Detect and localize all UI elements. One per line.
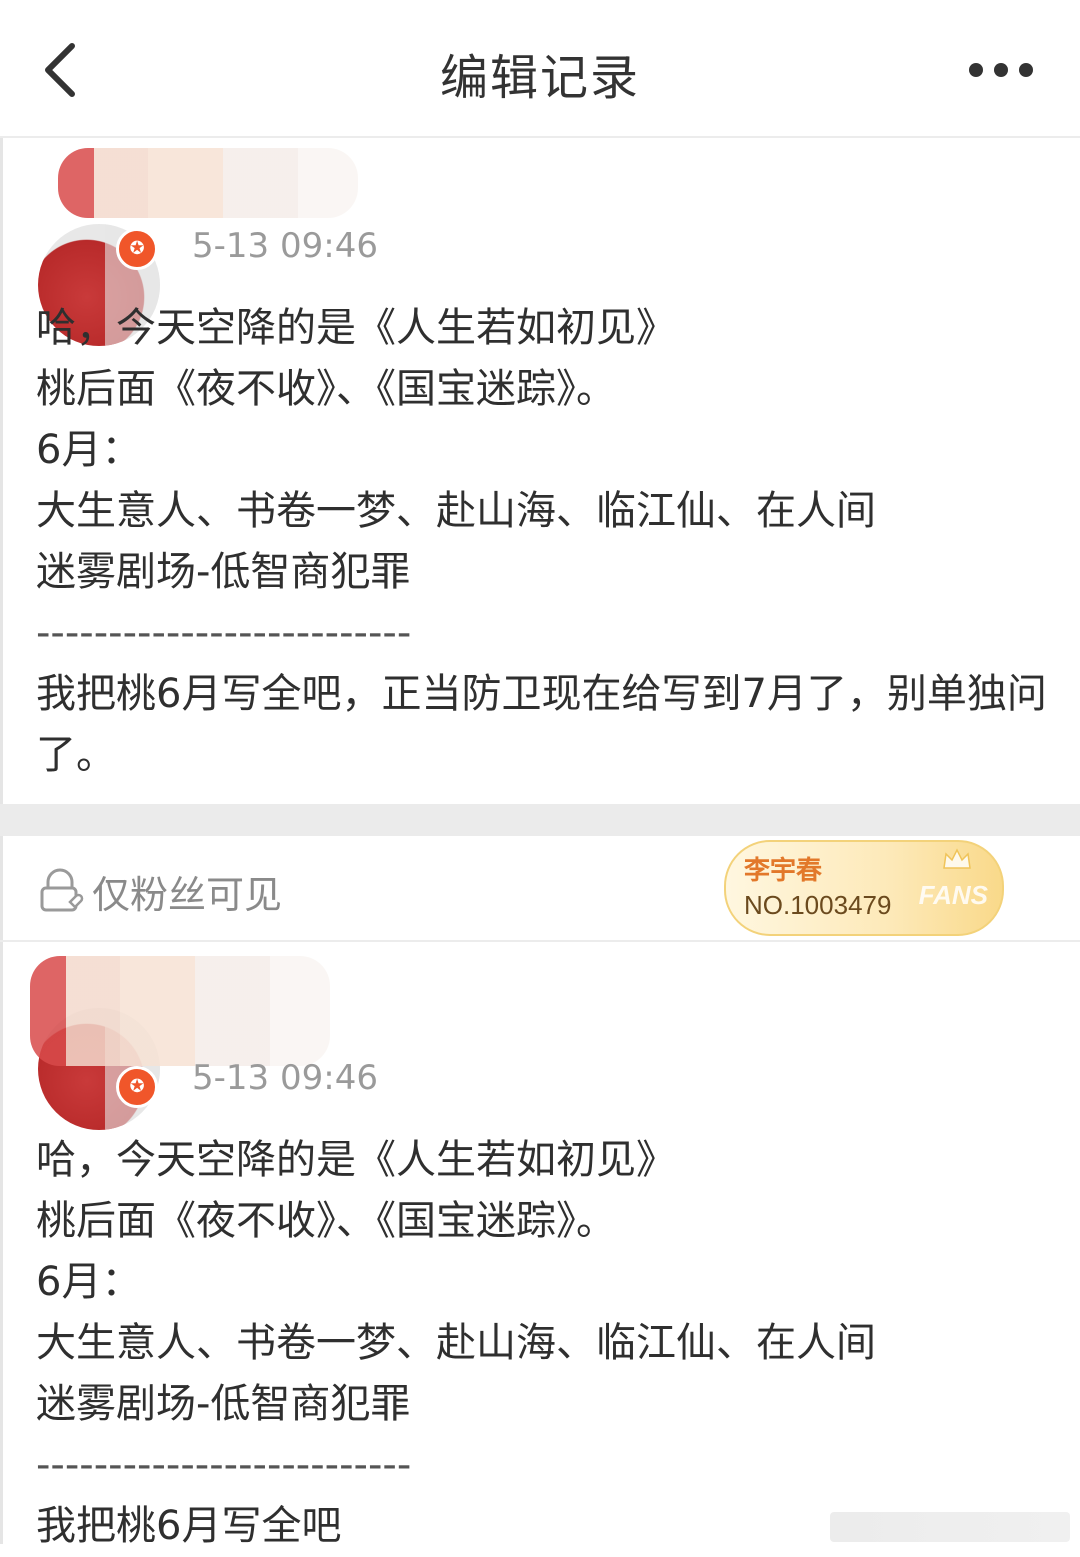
fans-badge[interactable]: 李宇春 NO.1003479 FANS (724, 840, 1004, 936)
visibility-row: 仅粉丝可见 李宇春 NO.1003479 FANS (0, 836, 1080, 942)
edit-record-item: ✪ 5-13 09:46 哈，今天空降的是《人生若如初见》 桃后面《夜不收》、《… (0, 138, 1080, 804)
post-line: 大生意人、书卷一梦、赴山海、临江仙、在人间 (36, 488, 876, 534)
edit-record-item: ✪ 5-13 09:46 哈，今天空降的是《人生若如初见》 桃后面《夜不收》、《… (0, 942, 1080, 1549)
lock-heart-icon (40, 868, 84, 912)
post-line: 6月： (36, 1259, 142, 1305)
post-body: 哈，今天空降的是《人生若如初见》 桃后面《夜不收》、《国宝迷踪》。 6月： 大生… (36, 298, 1050, 786)
post-line: 桃后面《夜不收》、《国宝迷踪》。 (36, 1198, 616, 1244)
top-navbar: 编辑记录 (0, 0, 1080, 138)
post-line: 哈，今天空降的是《人生若如初见》 (36, 1137, 676, 1183)
fans-badge-number: NO.1003479 (744, 890, 892, 920)
post-line: 迷雾剧场-低智商犯罪 (36, 549, 411, 595)
post-timestamp: 5-13 09:46 (192, 226, 378, 266)
post-line: 大生意人、书卷一梦、赴山海、临江仙、在人间 (36, 1320, 876, 1366)
post-timestamp: 5-13 09:46 (192, 1058, 378, 1098)
section-separator (0, 804, 1080, 836)
crown-icon (943, 848, 971, 869)
post-body: 哈，今天空降的是《人生若如初见》 桃后面《夜不收》、《国宝迷踪》。 6月： 大生… (36, 1130, 1050, 1557)
post-line: 6月： (36, 427, 142, 473)
username-redacted (30, 956, 330, 1066)
post-line: 哈，今天空降的是《人生若如初见》 (36, 305, 676, 351)
post-line: 我把桃6月写全吧，正当防卫现在给写到7月了，别单独问了。 (36, 671, 1047, 778)
post-divider: -------------------------- (36, 1442, 412, 1488)
watermark (830, 1512, 1070, 1542)
verified-star-icon: ✪ (116, 228, 158, 270)
verified-star-icon: ✪ (116, 1066, 158, 1108)
fans-badge-name: 李宇春 (744, 856, 823, 886)
post-line: 桃后面《夜不收》、《国宝迷踪》。 (36, 366, 616, 412)
fans-badge-mark: FANS (918, 880, 988, 910)
post-divider: -------------------------- (36, 610, 412, 656)
username-redacted (58, 148, 358, 218)
page-title: 编辑记录 (439, 50, 640, 106)
fans-only-label: 仅粉丝可见 (92, 873, 283, 917)
post-line: 迷雾剧场-低智商犯罪 (36, 1381, 411, 1427)
ellipsis-icon[interactable] (966, 58, 1036, 82)
